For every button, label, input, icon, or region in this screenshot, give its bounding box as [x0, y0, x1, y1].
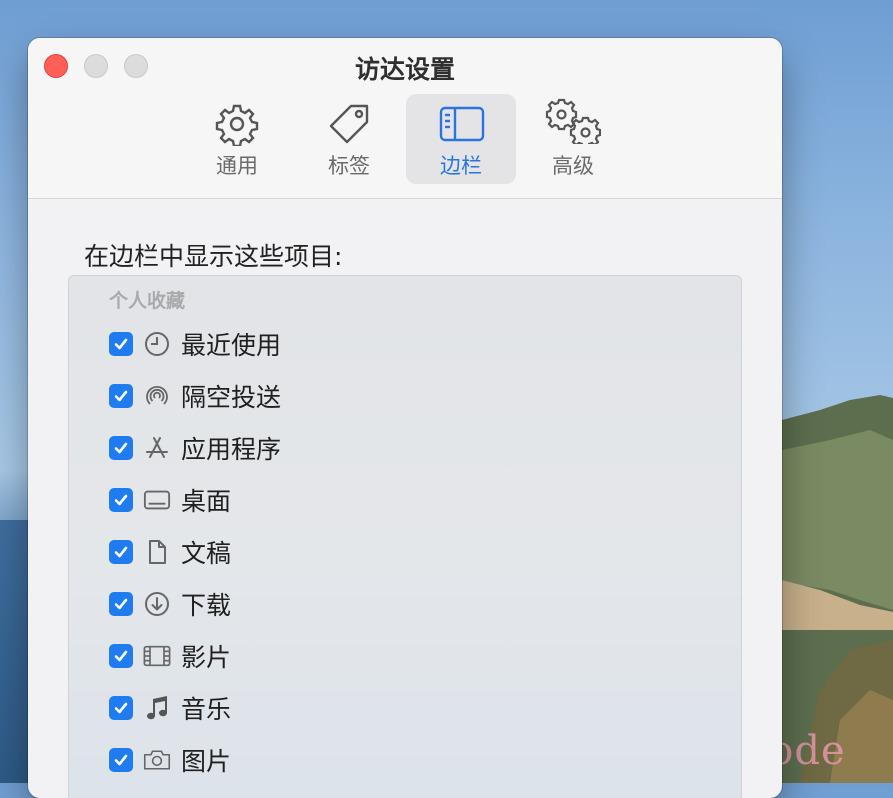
checkbox-documents[interactable] — [109, 540, 133, 564]
list-item-music: 音乐 — [109, 688, 231, 728]
list-item-movies: 影片 — [109, 636, 231, 676]
list-item-label: 应用程序 — [181, 435, 282, 464]
list-item-pictures: 图片 — [109, 740, 231, 780]
checkmark-icon — [114, 442, 128, 454]
settings-content: 在边栏中显示这些项目: 个人收藏 最近使用 隔空投送 应用程序 桌面 文稿 下载… — [28, 199, 782, 798]
list-item-applications: 应用程序 — [109, 428, 281, 468]
music-icon — [143, 694, 171, 722]
film-icon — [143, 642, 171, 670]
checkbox-recents[interactable] — [109, 332, 133, 356]
download-icon — [143, 590, 171, 618]
list-item-downloads: 下载 — [109, 584, 231, 624]
checkbox-downloads[interactable] — [109, 592, 133, 616]
tab-bar: 通用 标签 边栏 高级 — [182, 94, 630, 184]
section-title-favorites: 个人收藏 — [109, 290, 186, 312]
list-item-label: 影片 — [181, 643, 232, 672]
checkbox-desktop[interactable] — [109, 488, 133, 512]
tab-label: 标签 — [328, 154, 370, 178]
document-icon — [143, 538, 171, 566]
checkmark-icon — [114, 754, 128, 766]
checkbox-movies[interactable] — [109, 644, 133, 668]
sidebar-items-prompt: 在边栏中显示这些项目: — [84, 242, 343, 271]
checkbox-pictures[interactable] — [109, 748, 133, 772]
checkbox-airdrop[interactable] — [109, 384, 133, 408]
gear-icon — [215, 104, 259, 146]
tag-icon — [329, 104, 369, 144]
tab-tags[interactable]: 标签 — [294, 94, 404, 184]
list-item-label: 下载 — [181, 591, 232, 620]
list-item-label: 桌面 — [181, 487, 232, 516]
list-item-label: 音乐 — [181, 695, 232, 724]
sidebar-icon — [439, 106, 485, 142]
tab-label: 通用 — [216, 154, 258, 178]
checkmark-icon — [114, 338, 128, 350]
checkbox-applications[interactable] — [109, 436, 133, 460]
list-item-label: 图片 — [181, 747, 232, 776]
toolbar: 访达设置 通用 标签 边栏 高级 — [28, 38, 782, 199]
sidebar-items-list: 个人收藏 最近使用 隔空投送 应用程序 桌面 文稿 下载 影片 音乐 图片 — [68, 275, 742, 798]
window-title: 访达设置 — [354, 55, 455, 84]
checkmark-icon — [114, 650, 128, 662]
list-item-label: 隔空投送 — [181, 383, 282, 412]
tab-sidebar[interactable]: 边栏 — [406, 94, 516, 184]
checkmark-icon — [114, 390, 128, 402]
checkmark-icon — [114, 546, 128, 558]
airdrop-icon — [143, 382, 171, 410]
list-item-documents: 文稿 — [109, 532, 231, 572]
checkmark-icon — [114, 494, 128, 506]
checkmark-icon — [114, 598, 128, 610]
list-item-label: 最近使用 — [181, 331, 282, 360]
finder-settings-window: 访达设置 通用 标签 边栏 高级 在边栏中显示这些项目: 个人收藏 最近使用 隔… — [28, 38, 782, 798]
clock-icon — [143, 330, 171, 358]
tab-advanced[interactable]: 高级 — [518, 94, 628, 184]
list-item-airdrop: 隔空投送 — [109, 376, 281, 416]
list-item-desktop: 桌面 — [109, 480, 231, 520]
camera-icon — [143, 746, 171, 774]
gears-icon — [545, 98, 601, 144]
list-item-recents: 最近使用 — [109, 324, 281, 364]
tab-general[interactable]: 通用 — [182, 94, 292, 184]
apps-icon — [143, 434, 171, 462]
desktop-icon — [143, 486, 171, 514]
list-item-label: 文稿 — [181, 539, 232, 568]
checkbox-music[interactable] — [109, 696, 133, 720]
tab-label: 边栏 — [440, 154, 482, 178]
tab-label: 高级 — [552, 154, 594, 178]
checkmark-icon — [114, 702, 128, 714]
